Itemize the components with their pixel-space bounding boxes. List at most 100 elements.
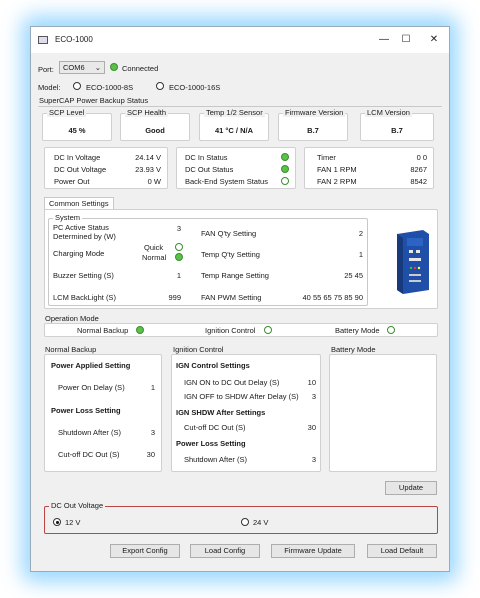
mode-ignition-radio[interactable] bbox=[264, 326, 272, 334]
temp-qty-value[interactable]: 1 bbox=[311, 250, 363, 259]
model-label: Model: bbox=[38, 83, 61, 92]
power-out-value: 0 W bbox=[147, 177, 161, 186]
battery-mode-panel bbox=[329, 354, 437, 472]
window-title: ECO-1000 bbox=[55, 35, 93, 44]
ign-on-delay-value[interactable]: 10 bbox=[294, 378, 316, 387]
charging-quick-radio[interactable] bbox=[175, 243, 183, 251]
common-settings-panel: System PC Active Status Determined by (W… bbox=[44, 209, 438, 309]
ign-cutoff-value[interactable]: 30 bbox=[294, 423, 316, 432]
ignition-control-panel: IGN Control Settings IGN ON to DC Out De… bbox=[171, 354, 321, 472]
system-group: System PC Active Status Determined by (W… bbox=[48, 213, 368, 306]
minimize-icon[interactable]: — bbox=[373, 32, 395, 48]
dc-out-12v-radio[interactable] bbox=[53, 518, 61, 526]
update-button[interactable]: Update bbox=[385, 481, 437, 495]
timer-label: Timer bbox=[317, 153, 336, 162]
maximize-icon[interactable]: ☐ bbox=[395, 32, 417, 48]
lcm-backlight-label: LCM BackLight (S) bbox=[53, 293, 116, 302]
normal-backup-title: Normal Backup bbox=[45, 345, 97, 354]
power-applied-heading: Power Applied Setting bbox=[51, 361, 131, 370]
fan-qty-value[interactable]: 2 bbox=[311, 229, 363, 238]
status-box: DC In Status DC Out Status Back-End Syst… bbox=[176, 147, 296, 189]
temp-sensor-box: Temp 1/2 Sensor 41 °C / N/A bbox=[199, 108, 269, 141]
dc-out-voltage-legend: DC Out Voltage bbox=[49, 501, 106, 510]
fan-qty-label: FAN Q'ty Setting bbox=[201, 229, 257, 238]
dc-out-status-led-icon bbox=[281, 165, 289, 173]
dc-out-12v-label: 12 V bbox=[65, 518, 81, 527]
dc-out-24v-label: 24 V bbox=[253, 518, 269, 527]
dc-in-voltage-value: 24.14 V bbox=[135, 153, 161, 162]
model-option-8s: ECO-1000-8S bbox=[86, 83, 134, 92]
pc-active-label: PC Active Status Determined by (W) bbox=[53, 223, 116, 241]
pc-active-value[interactable]: 3 bbox=[161, 224, 181, 233]
fan1-rpm-value: 8267 bbox=[410, 165, 427, 174]
ign-shutdown-value[interactable]: 3 bbox=[294, 455, 316, 464]
mode-normal-backup-label: Normal Backup bbox=[77, 326, 129, 335]
mode-normal-backup-radio[interactable] bbox=[136, 326, 144, 334]
ignition-control-title: Ignition Control bbox=[173, 345, 224, 354]
normal-backup-panel: Power Applied Setting Power On Delay (S)… bbox=[44, 354, 162, 472]
model-radio-8s[interactable] bbox=[73, 82, 81, 90]
shutdown-after-value[interactable]: 3 bbox=[137, 428, 155, 437]
temp-sensor-value: 41 °C / N/A bbox=[214, 126, 253, 135]
operation-mode-title: Operation Mode bbox=[45, 314, 99, 323]
load-default-button[interactable]: Load Default bbox=[367, 544, 437, 558]
timer-value: 0 0 bbox=[416, 153, 427, 162]
dc-out-voltage-value: 23.93 V bbox=[135, 165, 161, 174]
chevron-down-icon: ⌄ bbox=[94, 63, 101, 72]
scp-health-value: Good bbox=[145, 126, 165, 135]
ign-on-delay-label: IGN ON to DC Out Delay (S) bbox=[184, 378, 280, 387]
lcm-version-box: LCM Version B.7 bbox=[360, 108, 434, 141]
fan2-rpm-label: FAN 2 RPM bbox=[317, 177, 357, 186]
system-legend: System bbox=[53, 213, 83, 222]
ign-cutoff-label: Cut-off DC Out (S) bbox=[184, 423, 246, 432]
cutoff-dc-out-value[interactable]: 30 bbox=[137, 450, 155, 459]
load-config-button[interactable]: Load Config bbox=[190, 544, 260, 558]
connection-status: Connected bbox=[122, 64, 159, 73]
mode-battery-label: Battery Mode bbox=[335, 326, 380, 335]
power-on-delay-label: Power On Delay (S) bbox=[58, 383, 125, 392]
export-config-button[interactable]: Export Config bbox=[110, 544, 180, 558]
ign-shdw-heading: IGN SHDW After Settings bbox=[176, 408, 266, 417]
dc-out-24v-radio[interactable] bbox=[241, 518, 249, 526]
dc-in-status-led-icon bbox=[281, 153, 289, 161]
connected-led-icon bbox=[110, 63, 118, 71]
dc-in-voltage-label: DC In Voltage bbox=[54, 153, 101, 162]
model-option-16s: ECO-1000-16S bbox=[169, 83, 221, 92]
lcm-version-label: LCM Version bbox=[365, 108, 412, 117]
fan-pwm-value[interactable]: 40 55 65 75 85 90 bbox=[281, 293, 363, 302]
timer-fan-box: Timer 0 0 FAN 1 RPM 8267 FAN 2 RPM 8542 bbox=[304, 147, 434, 189]
quick-label: Quick bbox=[144, 243, 164, 252]
temp-range-label: Temp Range Setting bbox=[201, 271, 269, 280]
port-label: Port: bbox=[38, 65, 54, 74]
scp-level-label: SCP Level bbox=[47, 108, 87, 117]
dc-in-status-label: DC In Status bbox=[185, 153, 228, 162]
model-radio-16s[interactable] bbox=[156, 82, 164, 90]
firmware-update-button[interactable]: Firmware Update bbox=[271, 544, 355, 558]
dc-readings-box: DC In Voltage 24.14 V DC Out Voltage 23.… bbox=[44, 147, 168, 189]
buzzer-value[interactable]: 1 bbox=[161, 271, 181, 280]
charging-normal-radio[interactable] bbox=[175, 253, 183, 261]
dc-out-voltage-group: DC Out Voltage 12 V 24 V bbox=[44, 501, 438, 534]
ign-shutdown-label: Shutdown After (S) bbox=[184, 455, 247, 464]
port-value: COM6 bbox=[63, 63, 85, 72]
backend-status-label: Back-End System Status bbox=[185, 177, 268, 186]
power-on-delay-value[interactable]: 1 bbox=[137, 383, 155, 392]
temp-sensor-label: Temp 1/2 Sensor bbox=[204, 108, 265, 117]
scp-health-box: SCP Health Good bbox=[120, 108, 190, 141]
main-window: ECO-1000 — ☐ ✕ Port: COM6 ⌄ Connected Mo… bbox=[30, 26, 450, 572]
firmware-version-value: B.7 bbox=[307, 126, 319, 135]
temp-range-value[interactable]: 25 45 bbox=[311, 271, 363, 280]
ign-off-delay-value[interactable]: 3 bbox=[294, 392, 316, 401]
lcm-backlight-value[interactable]: 999 bbox=[161, 293, 181, 302]
mode-ignition-label: Ignition Control bbox=[205, 326, 256, 335]
close-icon[interactable]: ✕ bbox=[423, 32, 445, 48]
operation-mode-box: Normal Backup Ignition Control Battery M… bbox=[44, 323, 438, 337]
fan-pwm-label: FAN PWM Setting bbox=[201, 293, 262, 302]
dc-out-status-label: DC Out Status bbox=[185, 165, 234, 174]
scp-health-label: SCP Health bbox=[125, 108, 169, 117]
normal-label: Normal bbox=[142, 253, 167, 262]
scp-level-box: SCP Level 45 % bbox=[42, 108, 112, 141]
port-select[interactable]: COM6 ⌄ bbox=[59, 61, 105, 74]
mode-battery-radio[interactable] bbox=[387, 326, 395, 334]
cutoff-dc-out-label: Cut-off DC Out (S) bbox=[58, 450, 120, 459]
